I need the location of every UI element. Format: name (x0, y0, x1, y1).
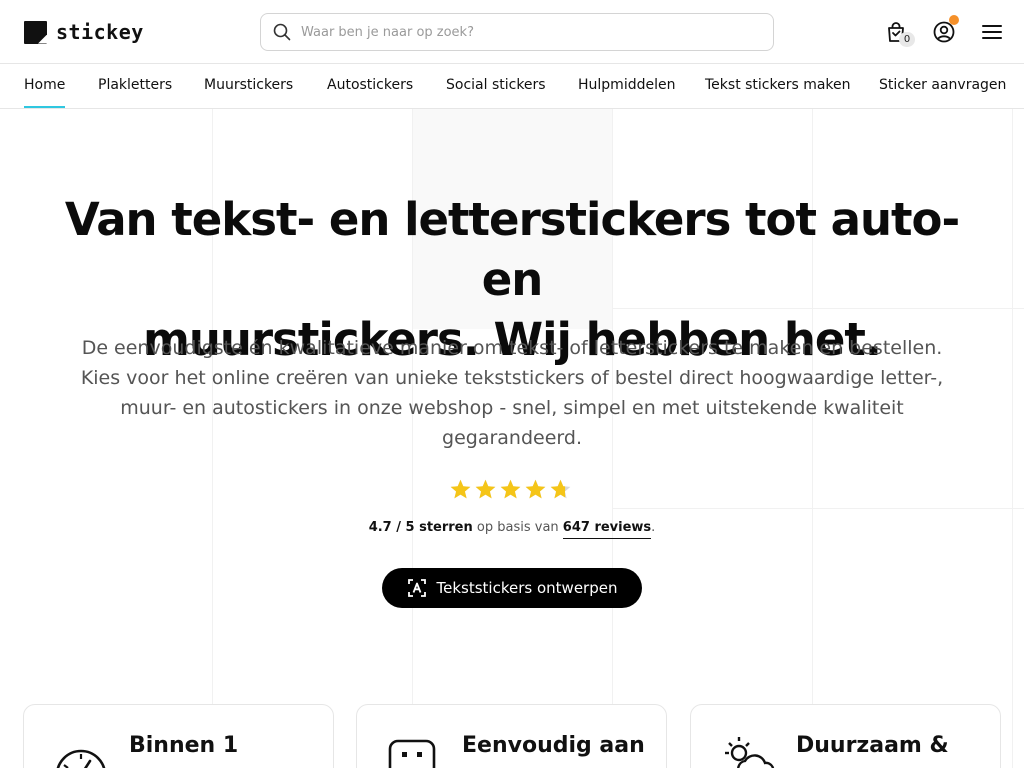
star-icon (475, 479, 496, 499)
feature-card: Eenvoudig aan (356, 704, 667, 768)
search-bar (260, 13, 774, 51)
feature-card-title: Duurzaam & (796, 733, 949, 758)
star-icon (525, 479, 546, 499)
reviews-link[interactable]: 647 reviews (562, 520, 652, 539)
main-nav: Home Plakletters Muurstickers Autosticke… (0, 64, 1024, 109)
notification-dot (949, 15, 959, 25)
search-icon (273, 23, 291, 41)
rating-stars (449, 478, 572, 501)
logo-text: stickey (56, 20, 144, 44)
feature-card-title: Eenvoudig aan (462, 733, 645, 758)
star-icon (550, 479, 571, 499)
text-scan-icon (407, 579, 426, 597)
star-icon (500, 479, 521, 499)
smiley-sticker-icon (388, 739, 436, 768)
grid-line (612, 508, 1024, 509)
search-input[interactable] (301, 24, 741, 40)
design-text-stickers-button[interactable]: Tekststickers ontwerpen (382, 568, 642, 608)
rating-summary: 4.7 / 5 sterren op basis van 647 reviews… (0, 520, 1024, 539)
feature-card-title: Binnen 1 (129, 733, 239, 758)
nav-item-autostickers[interactable]: Autostickers (327, 77, 413, 93)
hamburger-menu-icon (982, 25, 1002, 39)
cart-button[interactable]: 0 (884, 20, 915, 47)
hero-subtitle: De eenvoudigste én kwalitatieve manier o… (80, 337, 944, 449)
nav-item-sticker-aanvragen[interactable]: Sticker aanvragen (879, 77, 1006, 93)
nav-item-home[interactable]: Home (24, 77, 66, 108)
nav-item-plakletters[interactable]: Plakletters (98, 77, 172, 93)
nav-item-hulpmiddelen[interactable]: Hulpmiddelen (578, 77, 675, 93)
rating-end-text: . (651, 520, 656, 535)
nav-item-muurstickers[interactable]: Muurstickers (204, 77, 293, 93)
site-header: stickey 0 (0, 0, 1024, 64)
sun-cloud-icon (725, 737, 775, 768)
grid-line (1012, 109, 1013, 768)
account-button[interactable] (932, 15, 959, 44)
feature-card: Duurzaam & (690, 704, 1001, 768)
cart-count-badge: 0 (899, 32, 915, 47)
logo[interactable]: stickey (24, 20, 144, 44)
speedometer-icon (56, 749, 106, 768)
nav-item-social-stickers[interactable]: Social stickers (446, 77, 546, 93)
logo-mark-icon (24, 20, 47, 44)
nav-item-tekst-stickers-maken[interactable]: Tekst stickers maken (705, 77, 851, 93)
hero-title-line-1: Van tekst- en letterstickers tot auto- e… (64, 193, 960, 306)
cta-label: Tekststickers ontwerpen (436, 579, 618, 597)
rating-score: 4.7 / 5 sterren (368, 520, 473, 535)
star-icon (450, 479, 471, 499)
menu-button[interactable] (980, 20, 1004, 44)
feature-card: Binnen 1 (23, 704, 334, 768)
rating-middle-text: op basis van (472, 520, 563, 535)
